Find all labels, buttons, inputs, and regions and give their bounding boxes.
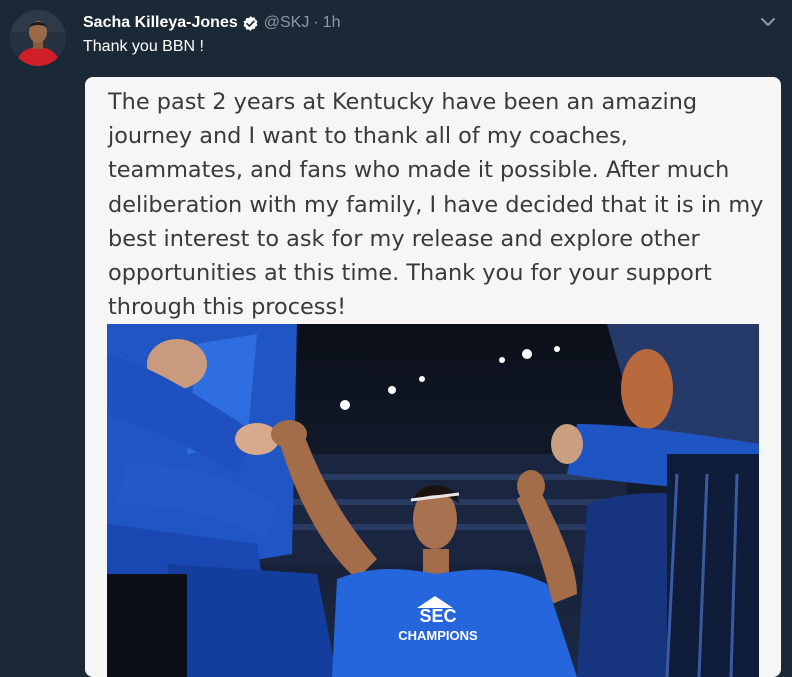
chevron-down-icon[interactable] xyxy=(758,12,778,32)
shirt-text-line1: SEC xyxy=(419,606,456,626)
avatar[interactable] xyxy=(10,10,66,66)
tweet-text: Thank you BBN ! xyxy=(83,38,204,55)
shirt-text-line2: CHAMPIONS xyxy=(398,628,478,643)
verified-badge-icon xyxy=(242,15,259,32)
avatar-image xyxy=(10,10,66,66)
statement-text: The past 2 years at Kentucky have been a… xyxy=(108,89,764,321)
separator-dot: · xyxy=(313,14,319,31)
author-handle[interactable]: @SKJ xyxy=(264,14,310,32)
arena-photo[interactable]: SEC CHAMPIONS xyxy=(107,324,759,677)
tweet-timestamp[interactable]: 1h xyxy=(323,14,341,32)
author-name[interactable]: Sacha Killeya-Jones xyxy=(83,14,238,32)
attached-image-card[interactable]: The past 2 years at Kentucky have been a… xyxy=(85,77,781,677)
tweet[interactable]: Sacha Killeya-Jones @SKJ · 1h Thank you … xyxy=(0,0,792,677)
tweet-header: Sacha Killeya-Jones @SKJ · 1h xyxy=(83,12,340,34)
